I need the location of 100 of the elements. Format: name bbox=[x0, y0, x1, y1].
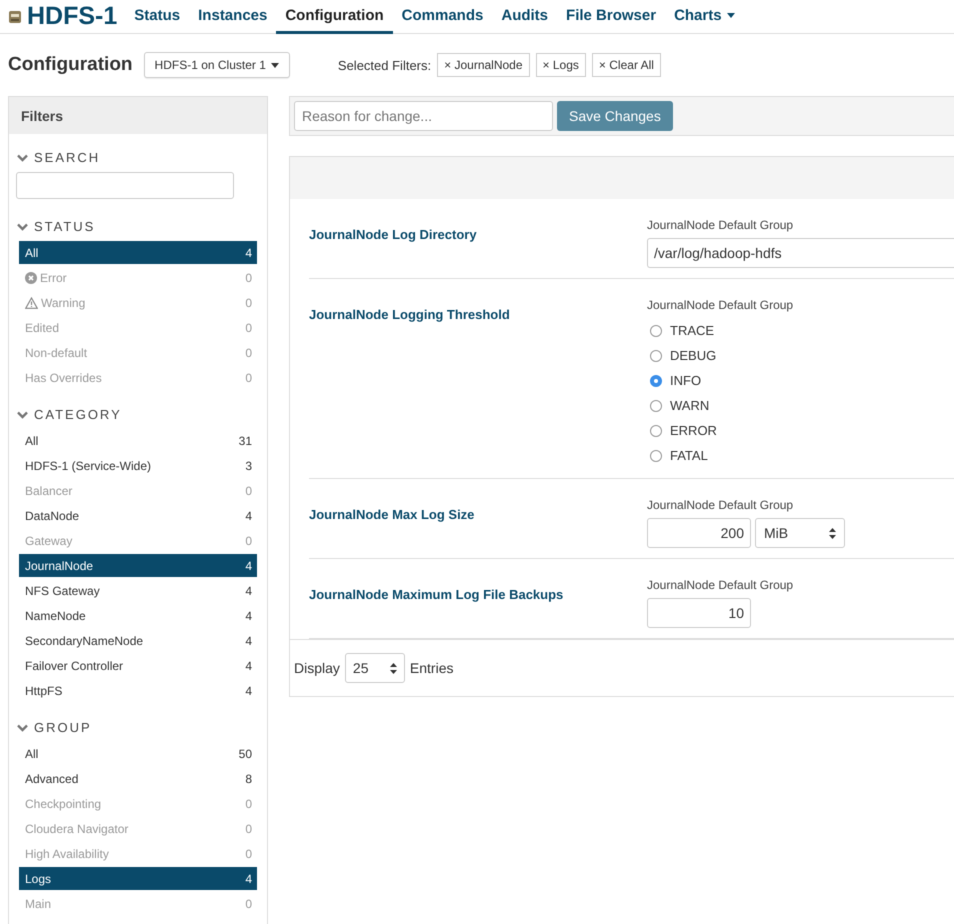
group-label: JournalNode Default Group bbox=[647, 218, 794, 232]
filter-item[interactable]: All 50 bbox=[19, 742, 257, 765]
section-heading[interactable]: SEARCH bbox=[34, 150, 100, 165]
scope-dropdown[interactable]: HDFS-1 on Cluster 1 bbox=[144, 52, 290, 78]
caret-icon bbox=[726, 13, 735, 18]
filter-item[interactable]: NameNode 4 bbox=[19, 604, 257, 627]
panel-title: Filters bbox=[9, 96, 267, 134]
reason-field[interactable]: Reason for change... bbox=[294, 101, 553, 131]
caret-icon bbox=[270, 62, 279, 68]
nav-tab[interactable]: File Browser bbox=[557, 0, 666, 34]
filter-label: DataNode bbox=[25, 508, 80, 522]
filter-label: Non-default bbox=[25, 346, 88, 360]
filter-label: SecondaryNameNode bbox=[25, 634, 144, 648]
filter-count: 4 bbox=[245, 508, 252, 522]
filter-item[interactable]: Failover Controller 4 bbox=[19, 654, 257, 677]
filter-label: Error bbox=[40, 270, 67, 284]
filter-label: Has Overrides bbox=[25, 370, 102, 384]
filter-count: 4 bbox=[245, 684, 252, 698]
unit-select[interactable]: MiB bbox=[755, 518, 845, 548]
log-directory-field[interactable]: /var/log/hadoop-hdfs bbox=[647, 238, 954, 268]
stepper-icon bbox=[829, 528, 836, 538]
radio-label: ERROR bbox=[670, 423, 717, 438]
filter-label: HDFS-1 (Service-Wide) bbox=[25, 458, 152, 472]
filter-label: Edited bbox=[25, 320, 60, 334]
filter-count: 0 bbox=[245, 296, 252, 310]
radio-button[interactable] bbox=[650, 424, 662, 436]
nav-tab[interactable]: Configuration bbox=[276, 0, 393, 34]
filter-count: 4 bbox=[245, 584, 252, 598]
error-icon bbox=[25, 272, 37, 284]
section-heading[interactable]: CATEGORY bbox=[34, 407, 122, 422]
radio-button[interactable] bbox=[650, 374, 662, 386]
radio-label: DEBUG bbox=[670, 348, 716, 363]
display-label: Display bbox=[294, 660, 340, 676]
radio-button[interactable] bbox=[650, 350, 662, 362]
filter-count: 4 bbox=[245, 658, 252, 672]
save-button[interactable]: Save Changes bbox=[557, 101, 673, 131]
radio-button[interactable] bbox=[650, 400, 662, 412]
filter-item[interactable]: Logs 4 bbox=[19, 867, 257, 890]
radio-label: WARN bbox=[670, 398, 710, 413]
filter-item[interactable]: NFS Gateway 4 bbox=[19, 579, 257, 602]
setting-title: JournalNode Log Directory bbox=[309, 226, 478, 244]
group-label: JournalNode Default Group bbox=[647, 498, 794, 512]
filter-item[interactable]: SecondaryNameNode 4 bbox=[19, 629, 257, 652]
section-heading[interactable]: GROUP bbox=[34, 720, 92, 735]
filter-item[interactable]: JournalNode 4 bbox=[19, 554, 257, 577]
filter-item[interactable]: HttpFS 4 bbox=[19, 679, 257, 702]
filter-label: NFS Gateway bbox=[25, 584, 100, 598]
filter-item[interactable]: All 31 bbox=[19, 429, 257, 452]
warning-icon bbox=[25, 296, 38, 308]
filter-label: All bbox=[25, 246, 38, 260]
entries-label: Entries bbox=[410, 660, 454, 676]
filter-label: All bbox=[25, 746, 38, 760]
filter-item[interactable]: Advanced 8 bbox=[19, 767, 257, 790]
service-icon bbox=[8, 10, 22, 24]
filter-count: 3 bbox=[245, 458, 252, 472]
chevron-icon bbox=[17, 724, 28, 732]
filter-label: NameNode bbox=[25, 608, 86, 622]
filter-label: Main bbox=[25, 896, 52, 910]
filter-chip[interactable]: × JournalNode bbox=[437, 53, 530, 77]
filter-count: 0 bbox=[245, 320, 252, 334]
setting-title: JournalNode Logging Threshold bbox=[309, 306, 511, 324]
filter-label: Warning bbox=[41, 296, 86, 310]
search-field[interactable] bbox=[16, 172, 234, 199]
size-field[interactable]: 200 bbox=[647, 518, 751, 548]
nav-tab[interactable]: Audits bbox=[492, 0, 558, 34]
filter-count: 31 bbox=[238, 434, 252, 448]
filter-chip[interactable]: × Logs bbox=[536, 53, 586, 77]
group-label: JournalNode Default Group bbox=[647, 578, 794, 592]
filter-label: Gateway bbox=[25, 534, 72, 548]
filter-count: 0 bbox=[245, 346, 252, 360]
page-title: Configuration bbox=[8, 54, 133, 76]
filter-item[interactable]: All 4 bbox=[19, 241, 257, 264]
filter-count: 50 bbox=[238, 746, 252, 760]
filter-label: Cloudera Navigator bbox=[25, 822, 128, 836]
chevron-icon bbox=[17, 410, 28, 418]
nav-tab[interactable]: Status bbox=[125, 0, 190, 34]
chevron-icon bbox=[17, 154, 28, 162]
section-heading[interactable]: STATUS bbox=[34, 219, 96, 234]
filter-label: Checkpointing bbox=[25, 796, 102, 810]
filter-item[interactable]: DataNode 4 bbox=[19, 504, 257, 527]
filter-count: 4 bbox=[245, 608, 252, 622]
filter-count: 0 bbox=[245, 270, 252, 284]
setting-title: JournalNode Max Log Size bbox=[309, 506, 476, 524]
filter-chip[interactable]: × Clear All bbox=[592, 53, 661, 77]
filter-count: 0 bbox=[245, 370, 252, 384]
page-size-select[interactable]: 25 bbox=[344, 653, 405, 683]
nav-tab[interactable]: Instances bbox=[189, 0, 276, 34]
filter-item[interactable]: HDFS-1 (Service-Wide) 3 bbox=[19, 454, 257, 477]
radio-button[interactable] bbox=[650, 324, 662, 336]
filter-count: 0 bbox=[245, 822, 252, 836]
number-field[interactable]: 10 bbox=[647, 598, 751, 628]
radio-button[interactable] bbox=[650, 450, 662, 462]
chevron-icon bbox=[17, 222, 28, 230]
group-label: JournalNode Default Group bbox=[647, 298, 794, 312]
radio-label: TRACE bbox=[670, 323, 714, 338]
filter-label: JournalNode bbox=[25, 558, 94, 572]
nav-tab[interactable]: Charts bbox=[665, 0, 744, 34]
filter-count: 0 bbox=[245, 484, 252, 498]
filter-count: 8 bbox=[245, 772, 252, 786]
nav-tab[interactable]: Commands bbox=[392, 0, 492, 34]
